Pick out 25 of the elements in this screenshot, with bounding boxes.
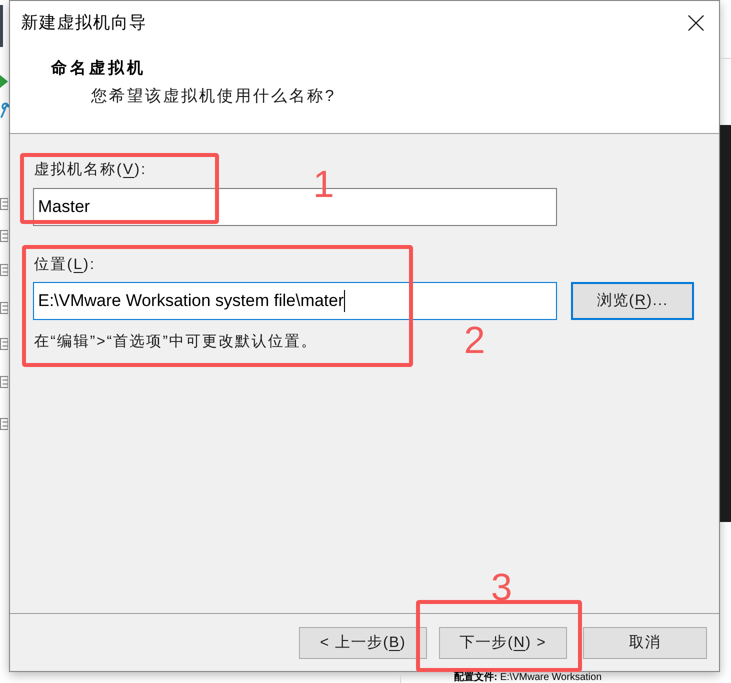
page-title: 命名虚拟机 (51, 59, 146, 79)
page-subtitle: 您希望该虚拟机使用什么名称? (91, 87, 336, 107)
annotation-number: 3 (491, 569, 512, 607)
panel-edge (0, 5, 3, 47)
wizard-button[interactable]: 下一步(N) > (439, 627, 567, 659)
list-icon[interactable] (0, 302, 8, 314)
browse-button[interactable]: 浏览(R)... (571, 282, 694, 320)
list-icon[interactable] (0, 264, 8, 276)
field-label: 位置(L): (33, 255, 96, 275)
config-file-text: 配置文件: E:\VMware Worksation (454, 672, 602, 683)
wrench-icon[interactable] (0, 101, 9, 118)
field-label: 虚拟机名称(V): (33, 160, 147, 180)
hint-text: 在“编辑”>“首选项”中可更改默认位置。 (33, 332, 318, 352)
text-cursor-icon (344, 290, 345, 312)
wizard-button[interactable]: 取消 (583, 627, 707, 659)
window-title: 新建虚拟机向导 (21, 12, 147, 34)
list-icon[interactable] (0, 338, 8, 350)
list-icon[interactable] (0, 230, 8, 242)
list-icon[interactable] (0, 418, 8, 430)
annotation-number: 2 (464, 322, 486, 360)
close-icon (688, 15, 704, 31)
list-icon[interactable] (0, 198, 8, 210)
wizard-button[interactable]: < 上一步(B) (299, 627, 427, 659)
text-field[interactable]: E:\VMware Worksation system file\mater (33, 282, 557, 320)
list-icon[interactable] (0, 376, 8, 388)
